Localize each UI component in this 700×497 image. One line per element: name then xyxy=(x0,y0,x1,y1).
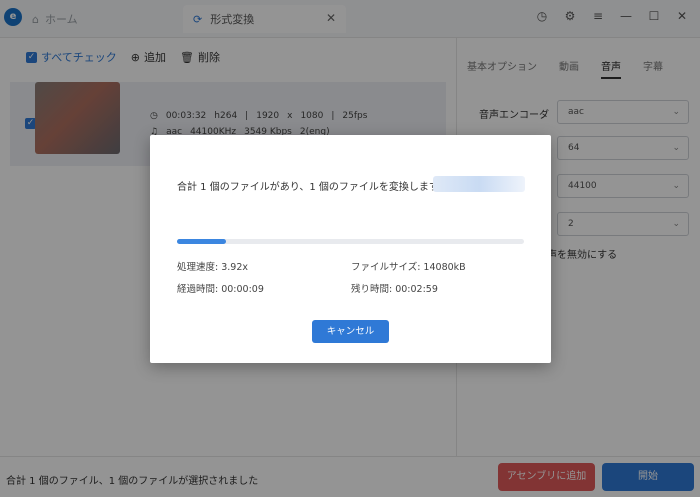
progress-fill xyxy=(177,239,226,244)
elapsed-time: 経過時間: 00:00:09 xyxy=(177,284,264,295)
blurred-filename xyxy=(433,176,525,192)
conversion-message: 合計 1 個のファイルがあり、1 個のファイルを変換します: xyxy=(177,182,443,193)
cancel-button[interactable]: キャンセル xyxy=(312,320,389,343)
remaining-time: 残り時間: 00:02:59 xyxy=(351,284,438,295)
file-size: ファイルサイズ: 14080kB xyxy=(351,262,466,273)
progress-bar xyxy=(177,239,524,244)
processing-speed: 処理速度: 3.92x xyxy=(177,262,248,273)
conversion-progress-dialog: 合計 1 個のファイルがあり、1 個のファイルを変換します: 処理速度: 3.9… xyxy=(150,135,551,363)
